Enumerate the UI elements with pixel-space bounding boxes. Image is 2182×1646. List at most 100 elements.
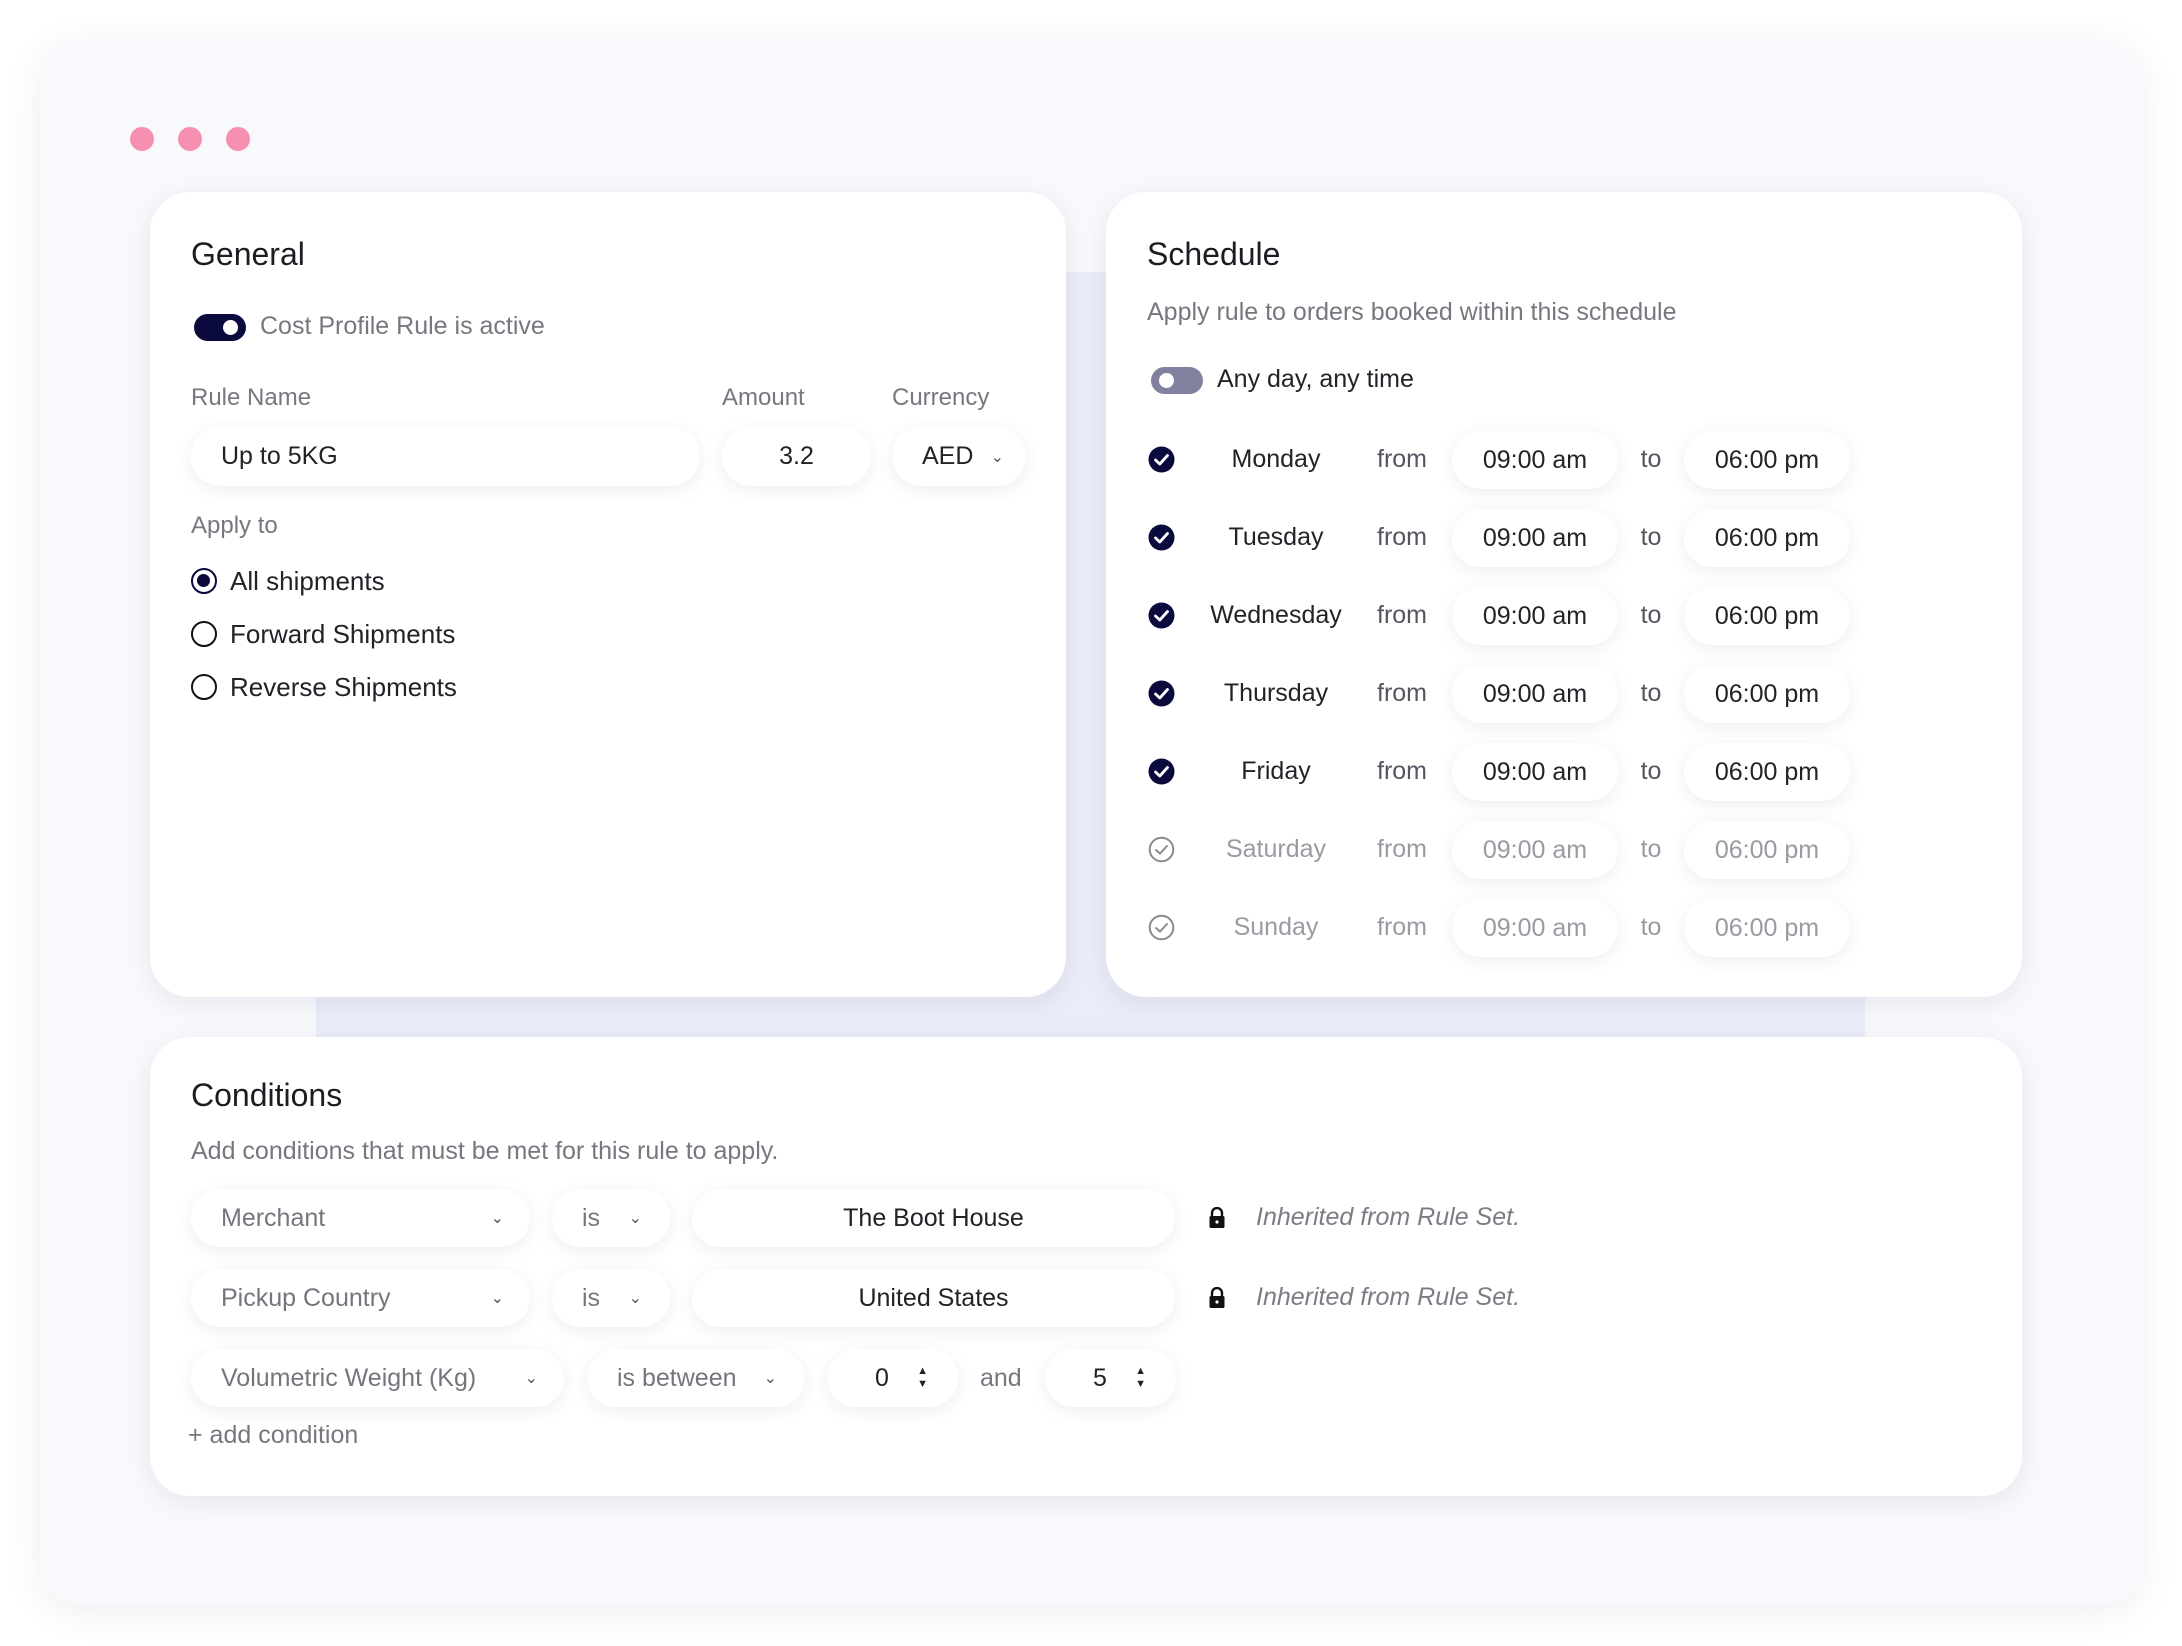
from-label: from (1377, 835, 1427, 863)
to-time-value: 06:00 pm (1714, 445, 1820, 474)
schedule-title: Schedule (1147, 236, 1281, 272)
condition-field-value: Merchant (221, 1203, 326, 1232)
from-label: from (1377, 601, 1427, 629)
condition-value-field[interactable]: The Boot House (692, 1189, 1175, 1247)
number-stepper[interactable]: ▲ ▼ (1135, 1365, 1146, 1391)
from-time-input[interactable]: 09:00 am (1452, 587, 1618, 645)
checked-circle-icon[interactable] (1148, 680, 1175, 707)
conditions-subtitle: Add conditions that must be met for this… (191, 1137, 779, 1165)
from-label: from (1377, 523, 1427, 551)
from-time-input[interactable]: 09:00 am (1452, 899, 1618, 957)
from-time-input[interactable]: 09:00 am (1452, 665, 1618, 723)
schedule-row-saturday: Saturday from 09:00 am to 06:00 pm (1106, 821, 2022, 879)
day-name: Friday (1241, 757, 1311, 785)
to-time-value: 06:00 pm (1714, 913, 1820, 942)
day-name: Monday (1231, 445, 1321, 473)
from-time-input[interactable]: 09:00 am (1452, 743, 1618, 801)
radio-all-shipments[interactable] (191, 568, 217, 594)
to-label: to (1640, 913, 1662, 941)
range-min-value: 0 (875, 1363, 889, 1392)
schedule-row-friday: Friday from 09:00 am to 06:00 pm (1106, 743, 2022, 801)
schedule-row-tuesday: Tuesday from 09:00 am to 06:00 pm (1106, 509, 2022, 567)
window-maximize-dot[interactable] (226, 127, 250, 151)
condition-field-value: Volumetric Weight (Kg) (221, 1363, 477, 1392)
general-title: General (191, 236, 305, 272)
unchecked-circle-icon[interactable] (1148, 836, 1175, 863)
radio-reverse-shipments[interactable] (191, 674, 217, 700)
add-condition-link[interactable]: + add condition (188, 1421, 358, 1450)
step-up-icon[interactable]: ▲ (917, 1365, 928, 1378)
checked-circle-icon[interactable] (1148, 446, 1175, 473)
from-time-input[interactable]: 09:00 am (1452, 509, 1618, 567)
rule-name-value: Up to 5KG (221, 442, 338, 470)
schedule-card: Schedule Apply rule to orders booked wit… (1106, 192, 2022, 997)
to-time-input[interactable]: 06:00 pm (1684, 431, 1850, 489)
from-time-input[interactable]: 09:00 am (1452, 431, 1618, 489)
any-time-toggle[interactable] (1151, 367, 1203, 394)
to-time-value: 06:00 pm (1714, 523, 1820, 552)
to-time-input[interactable]: 06:00 pm (1684, 821, 1850, 879)
unchecked-circle-icon[interactable] (1148, 914, 1175, 941)
day-name: Saturday (1225, 835, 1327, 863)
step-up-icon[interactable]: ▲ (1135, 1365, 1146, 1378)
day-name: Tuesday (1228, 523, 1324, 551)
to-time-input[interactable]: 06:00 pm (1684, 743, 1850, 801)
amount-input[interactable]: 3.2 (722, 427, 871, 486)
from-time-value: 09:00 am (1482, 913, 1588, 942)
rule-name-input[interactable]: Up to 5KG (191, 427, 700, 486)
checked-circle-icon[interactable] (1148, 524, 1175, 551)
range-max-input[interactable]: 5 ▲ ▼ (1045, 1349, 1176, 1407)
day-name: Wednesday (1210, 601, 1342, 629)
lock-icon (1209, 1207, 1225, 1228)
number-stepper[interactable]: ▲ ▼ (917, 1365, 928, 1391)
from-time-value: 09:00 am (1482, 445, 1588, 474)
condition-value-field[interactable]: United States (692, 1269, 1175, 1327)
amount-value: 3.2 (779, 442, 814, 470)
condition-operator-select[interactable]: is ⌄ (552, 1269, 670, 1327)
to-time-input[interactable]: 06:00 pm (1684, 509, 1850, 567)
chevron-down-icon: ⌄ (763, 1370, 777, 1387)
condition-field-select[interactable]: Merchant ⌄ (191, 1189, 530, 1247)
rule-name-label: Rule Name (191, 384, 312, 411)
condition-field-select[interactable]: Pickup Country ⌄ (191, 1269, 530, 1327)
inherited-note: Inherited from Rule Set. (1256, 1203, 1521, 1231)
currency-select[interactable]: AED ⌄ (892, 427, 1026, 486)
schedule-subtitle: Apply rule to orders booked within this … (1147, 298, 1677, 326)
currency-value: AED (922, 442, 974, 470)
range-joiner: and (980, 1364, 1022, 1392)
checked-circle-icon[interactable] (1148, 602, 1175, 629)
radio-label-reverse-shipments[interactable]: Reverse Shipments (230, 672, 457, 703)
chevron-down-icon: ⌄ (490, 1210, 504, 1227)
to-label: to (1640, 757, 1662, 785)
schedule-row-monday: Monday from 09:00 am to 06:00 pm (1106, 431, 2022, 489)
to-time-input[interactable]: 06:00 pm (1684, 899, 1850, 957)
checked-circle-icon[interactable] (1148, 758, 1175, 785)
step-down-icon[interactable]: ▼ (1135, 1378, 1146, 1391)
condition-field-select[interactable]: Volumetric Weight (Kg) ⌄ (191, 1349, 564, 1407)
to-time-value: 06:00 pm (1714, 601, 1820, 630)
chevron-down-icon: ⌄ (628, 1290, 642, 1307)
window-close-dot[interactable] (130, 127, 154, 151)
from-time-input[interactable]: 09:00 am (1452, 821, 1618, 879)
to-time-input[interactable]: 06:00 pm (1684, 665, 1850, 723)
rule-active-toggle[interactable] (194, 314, 246, 341)
window-minimize-dot[interactable] (178, 127, 202, 151)
to-time-input[interactable]: 06:00 pm (1684, 587, 1850, 645)
toggle-knob (223, 320, 238, 335)
condition-operator-select[interactable]: is ⌄ (552, 1189, 670, 1247)
step-down-icon[interactable]: ▼ (917, 1378, 928, 1391)
from-label: from (1377, 757, 1427, 785)
condition-operator-select[interactable]: is between ⌄ (587, 1349, 805, 1407)
to-label: to (1640, 835, 1662, 863)
day-name: Sunday (1233, 913, 1319, 941)
condition-value: United States (858, 1283, 1009, 1312)
to-label: to (1640, 445, 1662, 473)
radio-label-all-shipments[interactable]: All shipments (230, 566, 385, 597)
chevron-down-icon: ⌄ (990, 448, 1004, 466)
range-min-input[interactable]: 0 ▲ ▼ (827, 1349, 958, 1407)
amount-label: Amount (722, 384, 805, 411)
from-time-value: 09:00 am (1482, 835, 1588, 864)
to-time-value: 06:00 pm (1714, 757, 1820, 786)
radio-label-forward-shipments[interactable]: Forward Shipments (230, 619, 455, 650)
radio-forward-shipments[interactable] (191, 621, 217, 647)
